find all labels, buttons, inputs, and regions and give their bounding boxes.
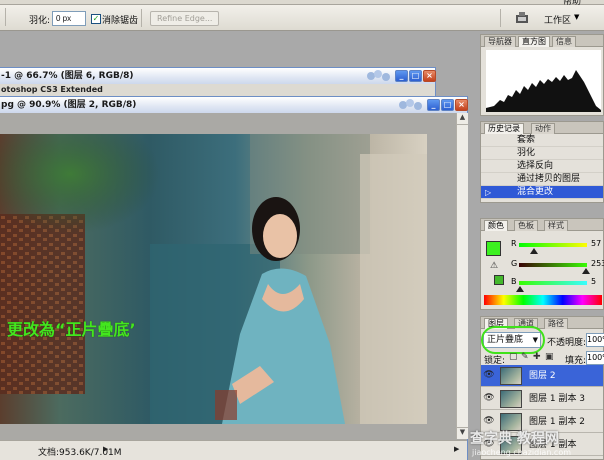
app-name-text: otoshop CS3 Extended (1, 85, 103, 94)
scroll-right-icon[interactable]: ▶ (454, 445, 459, 453)
document-title: -1 @ 66.7% (图层 6, RGB/8) (1, 71, 134, 81)
history-panel: 历史记录 动作 套索 羽化 选择反向 通过拷贝的图层 ▷ 混合更改 (480, 121, 604, 203)
channel-g-value[interactable]: 253 (591, 259, 604, 268)
color-panel: 颜色 色板 样式 ⚠ R 57 G 253 B 5 (480, 218, 604, 310)
layer-row-selected[interactable]: 👁 图层 2 (481, 365, 603, 387)
canvas-photo[interactable]: 更改為“正片疊底’ (0, 134, 427, 424)
channel-g-label: G (511, 259, 518, 268)
lock-transparent-icon[interactable]: ▢ (509, 352, 518, 362)
history-item[interactable]: 通过拷贝的图层 (481, 173, 603, 186)
panel-tab-strip: 导航器 直方图 信息 (481, 35, 603, 47)
channel-b-slider-thumb[interactable] (516, 286, 525, 292)
tab-navigator[interactable]: 导航器 (484, 36, 516, 47)
channel-r-slider-thumb[interactable] (529, 248, 538, 254)
options-grip[interactable] (0, 8, 6, 26)
channel-r-label: R (511, 239, 517, 248)
gamut-warning-icon: ⚠ (490, 261, 499, 271)
eye-icon[interactable]: 👁 (483, 370, 495, 381)
history-item-label: 通过拷贝的图层 (517, 174, 581, 184)
lock-image-icon[interactable]: ✎ (521, 352, 529, 362)
scroll-up-icon[interactable]: ▲ (457, 113, 468, 125)
vertical-scrollbar[interactable]: ▲ ▼ (456, 113, 468, 439)
channel-g-slider-thumb[interactable] (582, 268, 591, 274)
history-item-label: 混合更改 (517, 187, 554, 197)
status-bar: 文档:953.6K/7.01M ▶ ▶ (0, 440, 467, 460)
cs3-logo-icon (365, 69, 395, 83)
antialias-label: 消除锯齿 (102, 16, 139, 26)
histogram-graph-icon (486, 70, 601, 112)
panel-tab-strip: 历史记录 动作 (481, 122, 603, 134)
document-size-text: 文档:953.6K/7.01M (38, 448, 122, 458)
history-item-label: 套索 (517, 135, 536, 145)
refine-edge-button[interactable]: Refine Edge... (150, 11, 220, 26)
histogram-panel: 导航器 直方图 信息 (480, 34, 604, 116)
eye-icon[interactable]: 👁 (483, 393, 495, 404)
layer-name[interactable]: 图层 2 (529, 365, 556, 387)
layer-row[interactable]: 👁 图层 1 副本 3 (481, 388, 603, 410)
highlight-circle (481, 326, 545, 354)
eye-icon[interactable]: 👁 (483, 416, 495, 427)
minimize-button[interactable]: _ (427, 99, 440, 111)
tab-paths[interactable]: 路径 (544, 318, 568, 329)
layer-name[interactable]: 图层 1 副本 3 (529, 388, 585, 410)
color-spectrum-bar[interactable] (484, 295, 602, 305)
watermark-text: 查字典 教程网 (470, 431, 559, 447)
history-state-icon[interactable]: ▷ (485, 186, 491, 199)
antialias-checkbox[interactable]: ✓ (91, 14, 101, 24)
fill-input[interactable]: 100% (586, 351, 604, 365)
watermark-logo: 查字典 教程网 jiaocheng.chazidian.com (470, 428, 604, 460)
history-item[interactable]: 套索 (481, 134, 603, 147)
options-separator (500, 9, 501, 27)
tab-color[interactable]: 颜色 (484, 220, 508, 231)
foreground-color-swatch[interactable] (486, 241, 501, 256)
tab-styles[interactable]: 样式 (544, 220, 568, 231)
history-item-selected[interactable]: ▷ 混合更改 (481, 186, 603, 199)
histogram-chart (486, 50, 601, 112)
maximize-button[interactable]: □ (409, 70, 422, 82)
panel-tab-strip: 颜色 色板 样式 (481, 219, 603, 231)
tab-info[interactable]: 信息 (552, 36, 576, 47)
workspace-menu[interactable]: 工作区 (544, 13, 571, 26)
channel-g-track[interactable] (519, 263, 587, 267)
history-item-label: 羽化 (517, 148, 536, 158)
background-color-swatch[interactable] (494, 275, 504, 285)
options-bar: 羽化: ✓ 消除锯齿 Refine Edge... 工作区 ▼ (0, 5, 604, 31)
feather-input[interactable] (52, 11, 86, 26)
tab-swatches[interactable]: 色板 (514, 220, 538, 231)
channel-b-track[interactable] (519, 281, 587, 285)
document-title: pg @ 90.9% (图层 2, RGB/8) (1, 100, 137, 110)
close-button[interactable]: × (423, 70, 436, 82)
cs3-logo-icon (397, 98, 427, 112)
annotation-text: 更改為“正片疊底’ (7, 320, 136, 339)
history-item-label: 选择反向 (517, 161, 554, 171)
history-item[interactable]: 羽化 (481, 147, 603, 160)
scroll-down-icon[interactable]: ▼ (457, 427, 468, 439)
status-arrow-icon[interactable]: ▶ (103, 445, 108, 453)
tab-actions[interactable]: 动作 (531, 123, 555, 134)
layer-thumbnail (500, 367, 522, 385)
layer-thumbnail (500, 390, 522, 408)
lock-position-icon[interactable]: ✚ (533, 352, 541, 362)
channel-r-track[interactable] (519, 243, 587, 247)
channel-b-label: B (511, 277, 517, 286)
opacity-label: 不透明度: (547, 338, 587, 348)
palette-well-icon[interactable] (515, 12, 529, 24)
close-button[interactable]: × (455, 99, 468, 111)
history-item[interactable]: 选择反向 (481, 160, 603, 173)
feather-label: 羽化: (29, 16, 51, 26)
maximize-button[interactable]: □ (441, 99, 454, 111)
channel-b-value[interactable]: 5 (591, 277, 596, 286)
photo-image (0, 134, 427, 424)
tab-histogram[interactable]: 直方图 (518, 36, 550, 47)
minimize-button[interactable]: _ (395, 70, 408, 82)
watermark-url: jiaocheng.chazidian.com (472, 448, 572, 457)
opacity-input[interactable]: 100% (586, 333, 604, 347)
chevron-down-icon[interactable]: ▼ (574, 13, 579, 21)
options-separator (141, 9, 142, 27)
tab-history[interactable]: 历史记录 (484, 123, 524, 134)
lock-all-icon[interactable]: ▣ (545, 352, 554, 362)
channel-r-value[interactable]: 57 (591, 239, 601, 248)
